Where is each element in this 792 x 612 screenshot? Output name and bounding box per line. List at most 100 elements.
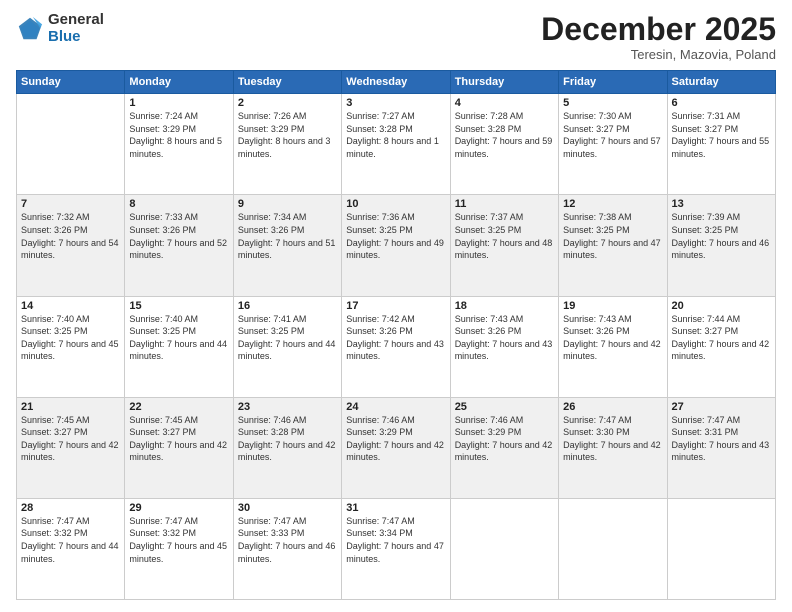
day-number: 9 xyxy=(238,198,337,210)
day-info: Sunrise: 7:33 AMSunset: 3:26 PMDaylight:… xyxy=(129,211,228,261)
calendar-cell-w5-d5 xyxy=(450,498,558,599)
day-info: Sunrise: 7:26 AMSunset: 3:29 PMDaylight:… xyxy=(238,110,337,160)
calendar-cell-w2-d7: 13Sunrise: 7:39 AMSunset: 3:25 PMDayligh… xyxy=(667,195,775,296)
logo-icon xyxy=(16,15,44,43)
day-info: Sunrise: 7:43 AMSunset: 3:26 PMDaylight:… xyxy=(455,313,554,363)
day-info: Sunrise: 7:41 AMSunset: 3:25 PMDaylight:… xyxy=(238,313,337,363)
calendar-cell-w2-d1: 7Sunrise: 7:32 AMSunset: 3:26 PMDaylight… xyxy=(17,195,125,296)
day-number: 20 xyxy=(672,300,771,312)
day-info: Sunrise: 7:47 AMSunset: 3:33 PMDaylight:… xyxy=(238,515,337,565)
day-info: Sunrise: 7:37 AMSunset: 3:25 PMDaylight:… xyxy=(455,211,554,261)
calendar-cell-w1-d4: 3Sunrise: 7:27 AMSunset: 3:28 PMDaylight… xyxy=(342,94,450,195)
calendar-week-5: 28Sunrise: 7:47 AMSunset: 3:32 PMDayligh… xyxy=(17,498,776,599)
day-info: Sunrise: 7:47 AMSunset: 3:31 PMDaylight:… xyxy=(672,414,771,464)
day-number: 23 xyxy=(238,401,337,413)
day-info: Sunrise: 7:47 AMSunset: 3:32 PMDaylight:… xyxy=(21,515,120,565)
title-area: December 2025 Teresin, Mazovia, Poland xyxy=(541,12,776,62)
calendar-cell-w2-d3: 9Sunrise: 7:34 AMSunset: 3:26 PMDaylight… xyxy=(233,195,341,296)
logo: General Blue xyxy=(16,12,104,45)
day-number: 28 xyxy=(21,502,120,514)
calendar-cell-w5-d2: 29Sunrise: 7:47 AMSunset: 3:32 PMDayligh… xyxy=(125,498,233,599)
day-info: Sunrise: 7:45 AMSunset: 3:27 PMDaylight:… xyxy=(21,414,120,464)
day-info: Sunrise: 7:46 AMSunset: 3:29 PMDaylight:… xyxy=(346,414,445,464)
header-sunday: Sunday xyxy=(17,71,125,94)
month-title: December 2025 xyxy=(541,12,776,47)
header-monday: Monday xyxy=(125,71,233,94)
day-info: Sunrise: 7:42 AMSunset: 3:26 PMDaylight:… xyxy=(346,313,445,363)
calendar-cell-w1-d1 xyxy=(17,94,125,195)
location-subtitle: Teresin, Mazovia, Poland xyxy=(541,47,776,62)
logo-general-text: General xyxy=(48,12,104,29)
day-number: 24 xyxy=(346,401,445,413)
calendar-cell-w4-d2: 22Sunrise: 7:45 AMSunset: 3:27 PMDayligh… xyxy=(125,397,233,498)
day-info: Sunrise: 7:38 AMSunset: 3:25 PMDaylight:… xyxy=(563,211,662,261)
calendar-cell-w2-d2: 8Sunrise: 7:33 AMSunset: 3:26 PMDaylight… xyxy=(125,195,233,296)
day-number: 27 xyxy=(672,401,771,413)
day-info: Sunrise: 7:27 AMSunset: 3:28 PMDaylight:… xyxy=(346,110,445,160)
day-info: Sunrise: 7:40 AMSunset: 3:25 PMDaylight:… xyxy=(21,313,120,363)
day-number: 1 xyxy=(129,97,228,109)
day-number: 14 xyxy=(21,300,120,312)
calendar-week-1: 1Sunrise: 7:24 AMSunset: 3:29 PMDaylight… xyxy=(17,94,776,195)
day-number: 17 xyxy=(346,300,445,312)
day-number: 15 xyxy=(129,300,228,312)
day-number: 25 xyxy=(455,401,554,413)
weekday-header-row: Sunday Monday Tuesday Wednesday Thursday… xyxy=(17,71,776,94)
calendar-cell-w4-d6: 26Sunrise: 7:47 AMSunset: 3:30 PMDayligh… xyxy=(559,397,667,498)
day-number: 4 xyxy=(455,97,554,109)
day-number: 12 xyxy=(563,198,662,210)
calendar-cell-w2-d6: 12Sunrise: 7:38 AMSunset: 3:25 PMDayligh… xyxy=(559,195,667,296)
day-number: 16 xyxy=(238,300,337,312)
calendar-week-2: 7Sunrise: 7:32 AMSunset: 3:26 PMDaylight… xyxy=(17,195,776,296)
day-info: Sunrise: 7:44 AMSunset: 3:27 PMDaylight:… xyxy=(672,313,771,363)
calendar-cell-w3-d1: 14Sunrise: 7:40 AMSunset: 3:25 PMDayligh… xyxy=(17,296,125,397)
calendar-cell-w1-d3: 2Sunrise: 7:26 AMSunset: 3:29 PMDaylight… xyxy=(233,94,341,195)
page: General Blue December 2025 Teresin, Mazo… xyxy=(0,0,792,612)
calendar-cell-w3-d7: 20Sunrise: 7:44 AMSunset: 3:27 PMDayligh… xyxy=(667,296,775,397)
calendar-cell-w5-d7 xyxy=(667,498,775,599)
calendar-cell-w2-d4: 10Sunrise: 7:36 AMSunset: 3:25 PMDayligh… xyxy=(342,195,450,296)
header-tuesday: Tuesday xyxy=(233,71,341,94)
day-number: 22 xyxy=(129,401,228,413)
calendar-cell-w3-d3: 16Sunrise: 7:41 AMSunset: 3:25 PMDayligh… xyxy=(233,296,341,397)
day-number: 5 xyxy=(563,97,662,109)
day-info: Sunrise: 7:28 AMSunset: 3:28 PMDaylight:… xyxy=(455,110,554,160)
calendar-cell-w2-d5: 11Sunrise: 7:37 AMSunset: 3:25 PMDayligh… xyxy=(450,195,558,296)
calendar-cell-w5-d3: 30Sunrise: 7:47 AMSunset: 3:33 PMDayligh… xyxy=(233,498,341,599)
calendar-cell-w4-d4: 24Sunrise: 7:46 AMSunset: 3:29 PMDayligh… xyxy=(342,397,450,498)
day-info: Sunrise: 7:30 AMSunset: 3:27 PMDaylight:… xyxy=(563,110,662,160)
calendar-week-4: 21Sunrise: 7:45 AMSunset: 3:27 PMDayligh… xyxy=(17,397,776,498)
day-info: Sunrise: 7:47 AMSunset: 3:30 PMDaylight:… xyxy=(563,414,662,464)
day-info: Sunrise: 7:32 AMSunset: 3:26 PMDaylight:… xyxy=(21,211,120,261)
day-info: Sunrise: 7:31 AMSunset: 3:27 PMDaylight:… xyxy=(672,110,771,160)
logo-text: General Blue xyxy=(48,12,104,45)
day-number: 26 xyxy=(563,401,662,413)
calendar-cell-w5-d4: 31Sunrise: 7:47 AMSunset: 3:34 PMDayligh… xyxy=(342,498,450,599)
day-info: Sunrise: 7:46 AMSunset: 3:29 PMDaylight:… xyxy=(455,414,554,464)
calendar-week-3: 14Sunrise: 7:40 AMSunset: 3:25 PMDayligh… xyxy=(17,296,776,397)
day-info: Sunrise: 7:45 AMSunset: 3:27 PMDaylight:… xyxy=(129,414,228,464)
logo-blue-text: Blue xyxy=(48,29,104,46)
calendar-cell-w4-d1: 21Sunrise: 7:45 AMSunset: 3:27 PMDayligh… xyxy=(17,397,125,498)
day-number: 19 xyxy=(563,300,662,312)
day-number: 21 xyxy=(21,401,120,413)
header: General Blue December 2025 Teresin, Mazo… xyxy=(16,12,776,62)
day-info: Sunrise: 7:24 AMSunset: 3:29 PMDaylight:… xyxy=(129,110,228,160)
header-saturday: Saturday xyxy=(667,71,775,94)
calendar-cell-w1-d5: 4Sunrise: 7:28 AMSunset: 3:28 PMDaylight… xyxy=(450,94,558,195)
day-number: 6 xyxy=(672,97,771,109)
day-info: Sunrise: 7:39 AMSunset: 3:25 PMDaylight:… xyxy=(672,211,771,261)
calendar-cell-w1-d2: 1Sunrise: 7:24 AMSunset: 3:29 PMDaylight… xyxy=(125,94,233,195)
calendar-cell-w1-d7: 6Sunrise: 7:31 AMSunset: 3:27 PMDaylight… xyxy=(667,94,775,195)
day-number: 10 xyxy=(346,198,445,210)
calendar-cell-w1-d6: 5Sunrise: 7:30 AMSunset: 3:27 PMDaylight… xyxy=(559,94,667,195)
day-number: 29 xyxy=(129,502,228,514)
calendar-cell-w4-d3: 23Sunrise: 7:46 AMSunset: 3:28 PMDayligh… xyxy=(233,397,341,498)
day-info: Sunrise: 7:46 AMSunset: 3:28 PMDaylight:… xyxy=(238,414,337,464)
calendar-cell-w3-d5: 18Sunrise: 7:43 AMSunset: 3:26 PMDayligh… xyxy=(450,296,558,397)
calendar-cell-w3-d6: 19Sunrise: 7:43 AMSunset: 3:26 PMDayligh… xyxy=(559,296,667,397)
day-number: 3 xyxy=(346,97,445,109)
calendar-cell-w5-d1: 28Sunrise: 7:47 AMSunset: 3:32 PMDayligh… xyxy=(17,498,125,599)
day-number: 18 xyxy=(455,300,554,312)
day-number: 7 xyxy=(21,198,120,210)
